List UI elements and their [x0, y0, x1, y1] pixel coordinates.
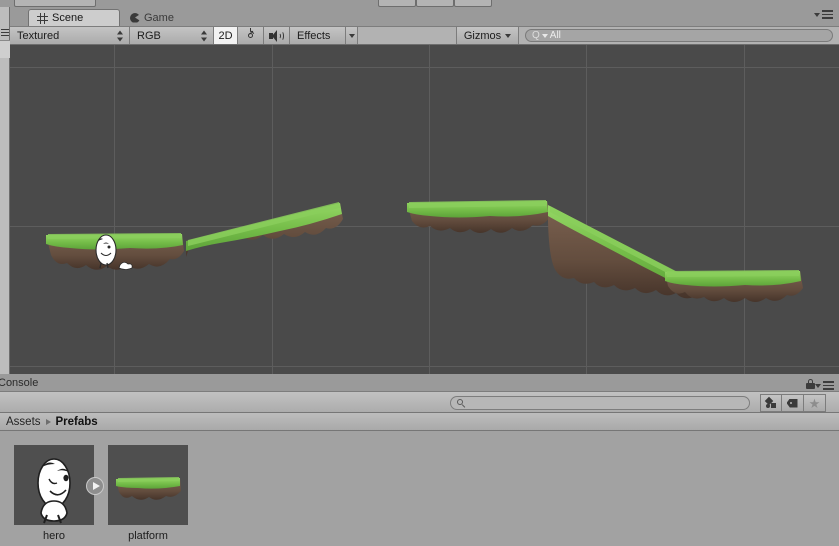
chevron-updown-icon [201, 30, 208, 41]
object-filter-icon [764, 396, 777, 409]
hamburger-icon [822, 10, 833, 21]
chevron-down-icon [814, 13, 820, 18]
asset-label-platform: platform [128, 530, 168, 542]
type-filter-button[interactable] [760, 394, 782, 412]
chevron-right-icon [45, 418, 51, 425]
hero-thumbnail-art [37, 458, 71, 524]
toggle-lighting-button[interactable] [238, 27, 264, 44]
scene-search-input[interactable]: Q All [525, 29, 833, 42]
favorites-filter-button[interactable]: ★ [804, 394, 826, 412]
scene-search-value: All [549, 30, 561, 41]
asset-item-hero[interactable]: hero [14, 445, 104, 542]
platform-instance-2 [186, 202, 343, 257]
draw-mode-dropdown[interactable]: Textured [10, 27, 130, 44]
scene-view-toolbar: Textured RGB 2D Effects Gizmos Q All [10, 26, 839, 45]
tab-console[interactable]: Console [0, 374, 44, 391]
panel-options-icon[interactable] [1, 29, 9, 36]
effects-button[interactable]: Effects [290, 27, 346, 44]
asset-label-hero: hero [42, 530, 66, 542]
effects-dropdown-button[interactable] [346, 27, 358, 44]
scene-tab-bar: Scene Game [10, 7, 839, 26]
render-mode-dropdown[interactable]: RGB [130, 27, 214, 44]
project-search-input[interactable] [450, 396, 750, 410]
effects-label: Effects [297, 29, 331, 42]
breadcrumb: Assets Prefabs [0, 413, 839, 431]
tab-scene[interactable]: Scene [28, 9, 120, 26]
lock-icon[interactable] [805, 379, 815, 389]
hamburger-icon [823, 381, 834, 392]
chevron-down-icon [505, 33, 512, 38]
tab-console-label: Console [0, 376, 39, 389]
tab-game-label: Game [144, 11, 174, 24]
chevron-updown-icon [117, 30, 124, 41]
tag-icon [786, 398, 799, 408]
main-toolbar-partial [0, 0, 839, 7]
chevron-down-icon [815, 384, 821, 389]
search-icon: Q [532, 30, 540, 41]
gizmos-dropdown[interactable]: Gizmos [457, 27, 519, 44]
project-filter-buttons: ★ [760, 394, 826, 412]
hierarchy-panel-edge [0, 7, 10, 374]
toggle-2d-button[interactable]: 2D [214, 27, 238, 44]
scene-content-svg [46, 200, 803, 302]
chevron-down-icon [541, 33, 548, 38]
speaker-icon [269, 29, 284, 42]
breadcrumb-current[interactable]: Prefabs [56, 416, 98, 428]
search-icon [457, 399, 466, 408]
toolbar-spacer [358, 27, 457, 44]
hero-character-thumbnail[interactable] [14, 445, 94, 525]
tab-game[interactable]: Game [122, 9, 202, 26]
unity-editor-window: Scene Game Textured RGB 2D Effects Gizmo… [0, 0, 839, 546]
asset-preview-button[interactable] [86, 477, 104, 495]
play-icon [92, 482, 100, 490]
asset-grid: hero platform [0, 431, 839, 546]
toolbar-step-button[interactable] [454, 0, 492, 7]
asset-item-platform[interactable]: platform [108, 445, 188, 542]
panel-options-icon[interactable] [814, 10, 833, 21]
render-mode-label: RGB [137, 29, 161, 42]
toggle-2d-label: 2D [218, 29, 233, 42]
console-tab-bar: Console [0, 374, 839, 391]
scene-search-container: Q All [519, 27, 839, 44]
draw-mode-label: Textured [17, 29, 60, 42]
hierarchy-tab-edge[interactable] [0, 40, 10, 58]
sun-icon [244, 28, 257, 42]
gizmos-label: Gizmos [463, 29, 502, 42]
platform-prefab-thumbnail[interactable] [108, 445, 188, 525]
toolbar-play-button[interactable] [378, 0, 416, 7]
toolbar-transform-tools[interactable] [14, 0, 96, 7]
project-toolbar: ★ [0, 379, 839, 413]
chevron-down-icon [348, 33, 355, 38]
star-icon: ★ [808, 395, 821, 411]
platform-instance-3 [407, 200, 550, 233]
project-panel: Console ★ Assets Prefabs hero platform [0, 374, 839, 546]
toolbar-pause-button[interactable] [416, 0, 454, 7]
toggle-audio-button[interactable] [264, 27, 290, 44]
tab-scene-label: Scene [52, 12, 84, 24]
scene-viewport[interactable] [10, 45, 839, 374]
scene-view-panel: Scene Game Textured RGB 2D Effects Gizmo… [10, 7, 839, 374]
gamepad-pacman-icon [130, 12, 140, 23]
breadcrumb-root[interactable]: Assets [6, 416, 41, 428]
panel-options-icon[interactable] [815, 381, 834, 392]
label-filter-button[interactable] [782, 394, 804, 412]
platform-thumbnail-art [116, 477, 181, 500]
grid-icon [37, 12, 48, 24]
